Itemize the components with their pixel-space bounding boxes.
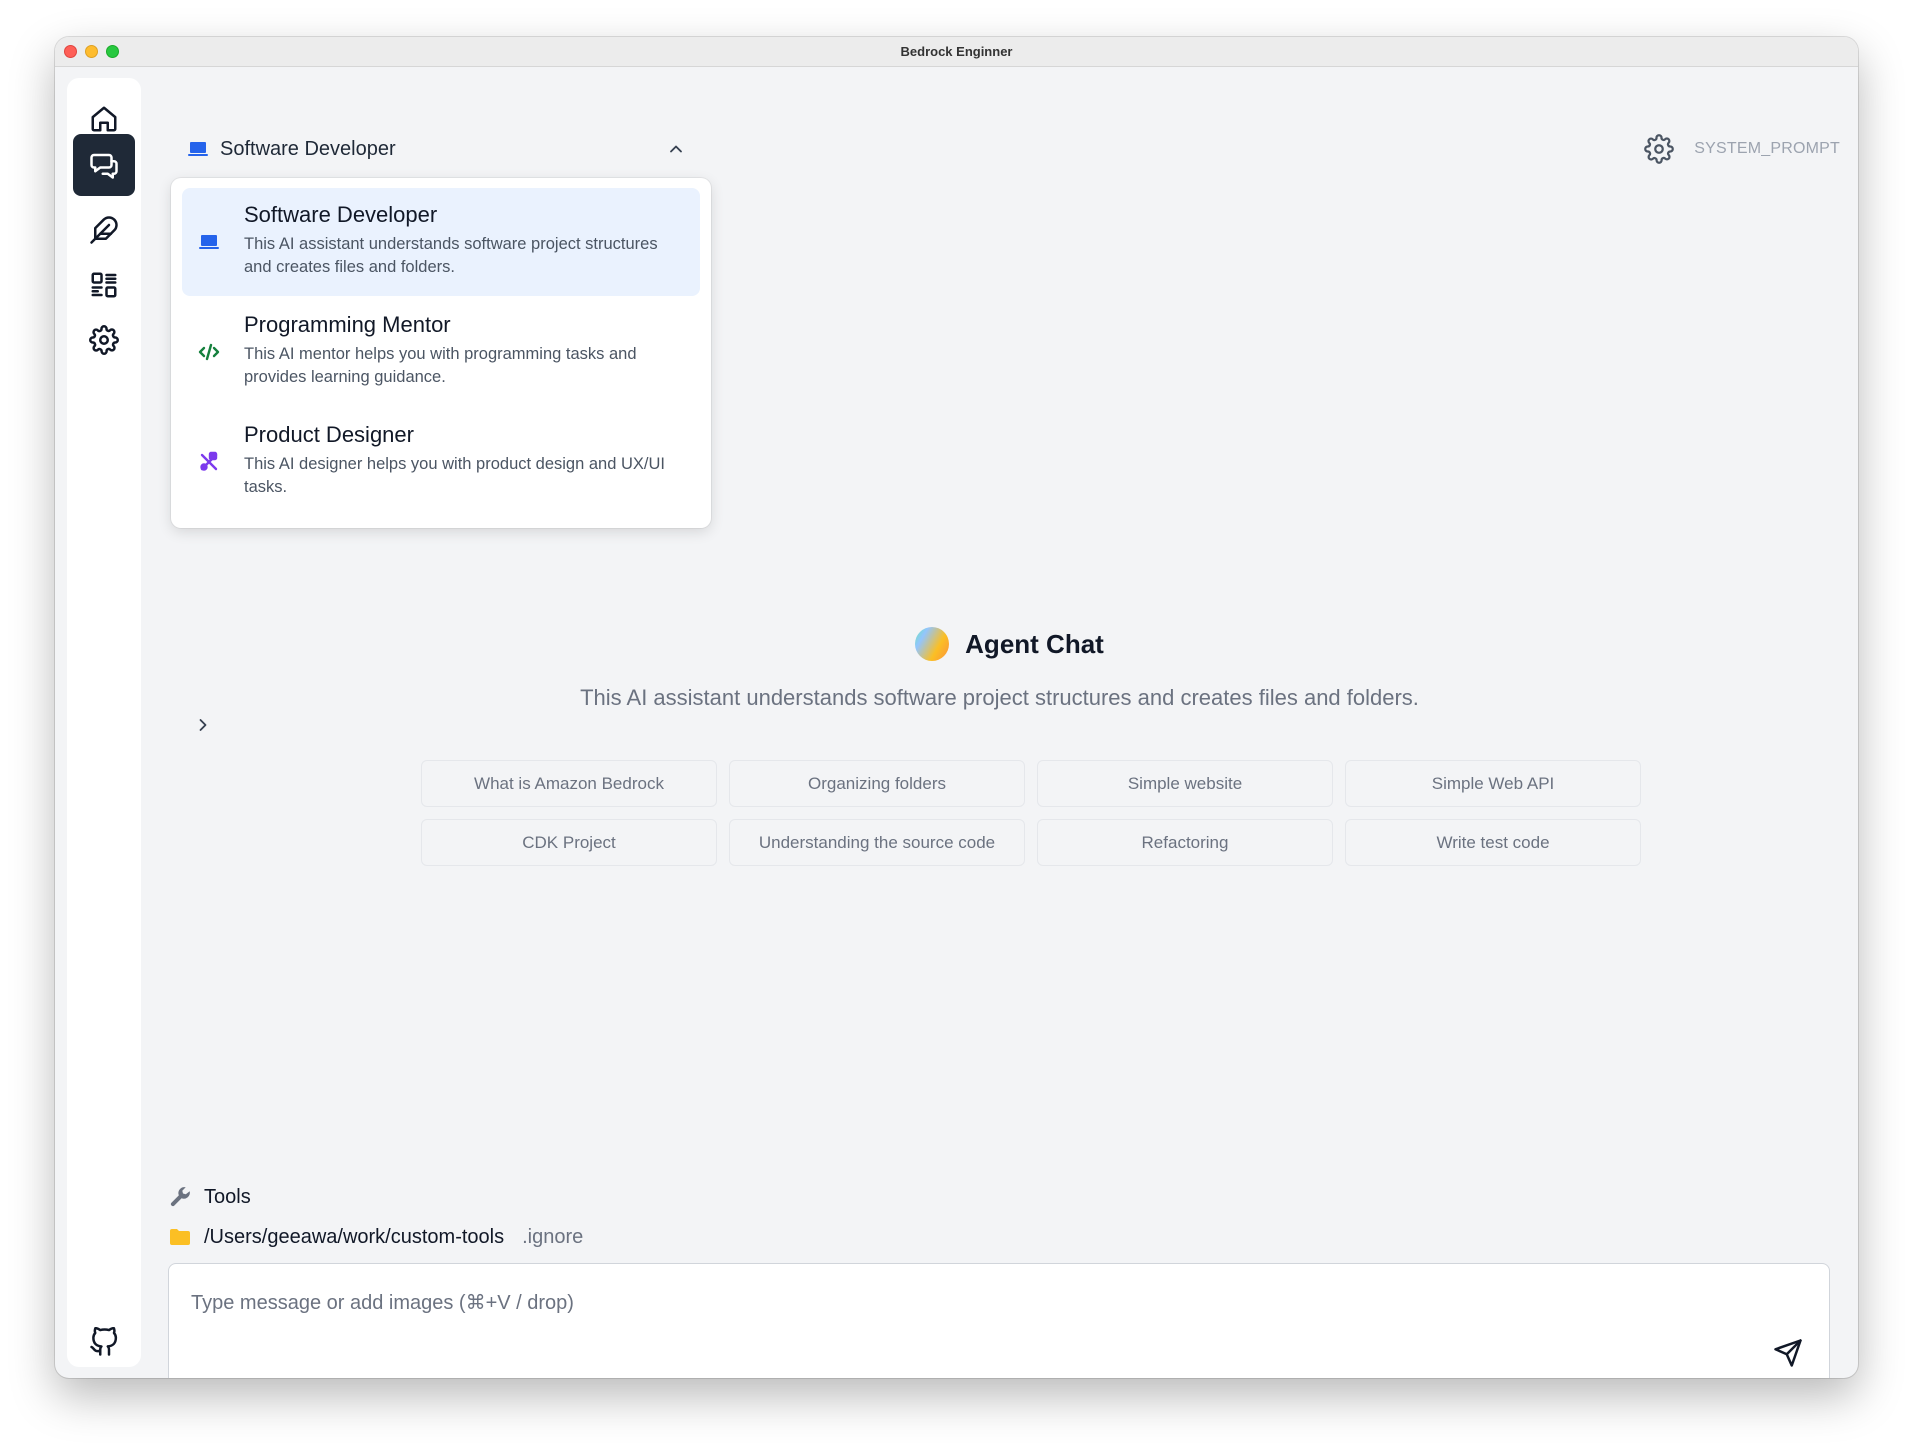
example-prompt-button[interactable]: Refactoring [1037,819,1333,866]
github-link[interactable] [73,1322,135,1362]
agent-description: This AI assistant understands software p… [580,685,1419,710]
project-path-link[interactable]: /Users/geeawa/work/custom-tools [204,1226,504,1249]
tools-button[interactable]: Tools [168,1185,251,1209]
chevron-right-icon[interactable] [193,715,213,735]
sidebar-item-apps[interactable] [73,254,135,316]
chat-icon [90,153,118,179]
header-actions: SYSTEM_PROMPT [1644,129,1840,169]
agent-option-programming-mentor[interactable]: Programming Mentor This AI mentor helps … [182,298,700,406]
gear-icon [89,325,119,355]
message-input-container [168,1263,1830,1378]
code-icon [198,343,220,361]
example-prompt-button[interactable]: Write test code [1345,819,1641,866]
message-input[interactable] [169,1264,1829,1378]
window-controls [64,45,119,58]
sidebar-item-settings[interactable] [73,309,135,371]
agent-option-description: This AI assistant understands software p… [244,235,658,276]
apps-icon [91,272,117,298]
laptop-icon [199,235,219,249]
hero-title-row: Agent Chat [915,627,1104,661]
agent-option-title: Software Developer [244,202,438,227]
gear-icon[interactable] [1644,134,1675,164]
tools-label: Tools [204,1185,251,1208]
chevron-up-icon [670,145,682,153]
send-icon[interactable] [1773,1338,1803,1368]
agent-dropdown-menu: Software Developer This AI assistant und… [171,178,711,528]
sidebar-item-chat[interactable] [73,134,135,196]
agent-option-description: This AI designer helps you with product … [244,455,665,496]
laptop-icon [188,142,208,156]
example-prompt-button[interactable]: CDK Project [421,819,717,866]
design-tools-icon [200,451,218,471]
agent-option-title: Product Designer [244,422,414,447]
sidebar-item-feather[interactable] [73,199,135,261]
close-window-button[interactable] [64,45,77,58]
hero-section: Agent Chat This AI assistant understands… [141,627,1858,711]
main-content: Software Developer Software Developer Th… [141,67,1858,1378]
agent-selector-label: Software Developer [220,137,396,160]
zoom-window-button[interactable] [106,45,119,58]
agent-selector[interactable]: Software Developer [186,129,706,169]
system-prompt-button[interactable]: SYSTEM_PROMPT [1694,140,1840,158]
wrench-icon [170,1187,190,1207]
folder-icon [170,1229,190,1245]
minimize-window-button[interactable] [85,45,98,58]
github-icon [90,1327,118,1356]
agent-option-product-designer[interactable]: Product Designer This AI designer helps … [182,408,700,516]
example-prompts: What is Amazon Bedrock Organizing folder… [421,760,1643,866]
agent-option-software-developer[interactable]: Software Developer This AI assistant und… [182,188,700,296]
home-icon [91,106,117,132]
example-prompt-button[interactable]: Simple Web API [1345,760,1641,807]
page-title: Agent Chat [965,628,1104,659]
project-path-row: /Users/geeawa/work/custom-tools .ignore [168,1225,583,1249]
agent-option-title: Programming Mentor [244,312,451,337]
example-prompt-button[interactable]: What is Amazon Bedrock [421,760,717,807]
window-title: Bedrock Enginner [900,44,1013,59]
agent-orb-icon [915,627,950,661]
app-window: Bedrock Enginner Software Developer Soft… [55,37,1858,1378]
ignore-settings-link[interactable]: .ignore [522,1226,583,1249]
feather-icon [90,216,118,244]
example-prompt-button[interactable]: Organizing folders [729,760,1025,807]
title-bar: Bedrock Enginner [55,37,1858,67]
example-prompt-button[interactable]: Understanding the source code [729,819,1025,866]
agent-option-description: This AI mentor helps you with programmin… [244,345,637,386]
sidebar [67,78,141,1367]
example-prompt-button[interactable]: Simple website [1037,760,1333,807]
